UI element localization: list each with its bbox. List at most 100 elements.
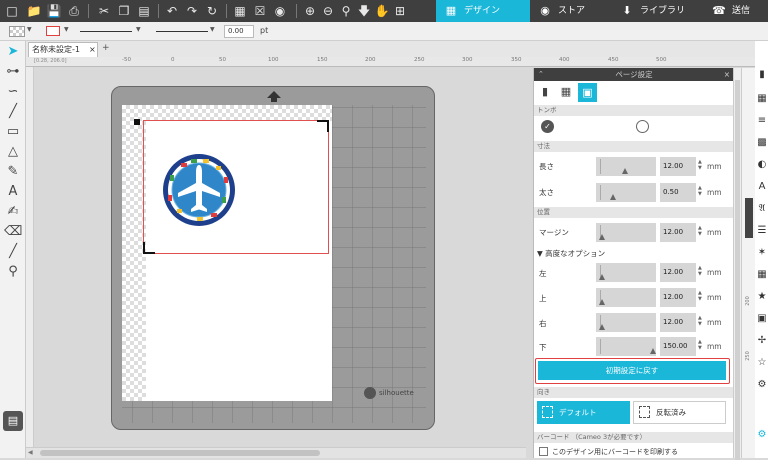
line-tool-icon[interactable]: ╱ — [4, 103, 22, 121]
rectangle-tool-icon[interactable]: ▭ — [4, 123, 22, 141]
margin-slider[interactable] — [596, 223, 656, 242]
chevron-down-icon[interactable]: ▼ — [64, 26, 69, 33]
line-width-input[interactable]: 0.00 — [224, 25, 254, 38]
bottom-slider[interactable] — [596, 337, 656, 356]
margin-input[interactable]: 12.00 — [660, 223, 696, 242]
stack-panel-icon[interactable]: ☰ — [756, 225, 768, 237]
line-join-select[interactable] — [156, 31, 208, 32]
chevron-down-icon[interactable]: ▼ — [27, 26, 32, 33]
top-spinner[interactable]: ▲ ▼ — [698, 290, 704, 302]
close-tab-icon[interactable]: × — [89, 43, 96, 57]
length-slider[interactable] — [596, 157, 656, 176]
settings-gear-icon[interactable]: ⚙ — [756, 429, 768, 441]
scroll-left-icon[interactable]: ◀ — [28, 449, 33, 456]
select-all-icon[interactable]: ▦ — [232, 3, 248, 19]
tab-library[interactable]: ⬇ ライブラリ — [612, 0, 704, 22]
length-input[interactable]: 12.00 — [660, 157, 696, 176]
paste-icon[interactable]: ▤ — [136, 3, 152, 19]
trace-panel-icon[interactable]: ✢ — [756, 335, 768, 347]
fit-page-icon[interactable]: ⊞ — [392, 3, 408, 19]
horizontal-scrollbar[interactable]: ◀ — [26, 447, 526, 458]
line-style-select[interactable] — [80, 31, 132, 32]
redo-icon[interactable]: ↷ — [184, 3, 200, 19]
zoom-select-icon[interactable]: ⚲ — [338, 3, 354, 19]
line-color-swatch[interactable] — [46, 26, 60, 36]
tombo-on-radio[interactable]: ✓ — [541, 120, 554, 133]
length-spinner[interactable]: ▲ ▼ — [698, 159, 704, 171]
panel-scroll-thumb[interactable] — [735, 80, 740, 460]
new-document-icon[interactable]: □ — [4, 3, 20, 19]
zoom-out-icon[interactable]: ⊖ — [320, 3, 336, 19]
tab-design[interactable]: ▦ デザイン — [436, 0, 530, 22]
fill-color-swatch[interactable] — [9, 26, 25, 37]
star-outline-icon[interactable]: ☆ — [756, 357, 768, 369]
thickness-input[interactable]: 0.50 — [660, 183, 696, 202]
margin-spinner[interactable]: ▲ ▼ — [698, 225, 704, 237]
paper-page[interactable] — [122, 105, 332, 401]
document-tab[interactable]: 名称未設定-1 × — [28, 42, 98, 57]
thickness-slider[interactable] — [596, 183, 656, 202]
select-arrow-icon[interactable]: ➤ — [4, 43, 22, 61]
eraser-tool-icon[interactable]: ⌫ — [4, 223, 22, 241]
open-folder-icon[interactable]: 📁 — [26, 3, 42, 19]
replicate-panel-icon[interactable]: ▦ — [756, 269, 768, 281]
point-edit-icon[interactable]: ⊶ — [4, 63, 22, 81]
right-slider[interactable] — [596, 313, 656, 332]
tab-send[interactable]: ☎ 送信 — [704, 0, 768, 22]
transparency-panel-icon[interactable]: ◐ — [756, 159, 768, 171]
vertical-scroll-thumb[interactable] — [745, 198, 753, 238]
hand-pan-icon[interactable]: ✋ — [374, 3, 390, 19]
deselect-icon[interactable]: ☒ — [252, 3, 268, 19]
text-tool-icon[interactable]: A — [4, 183, 22, 201]
tab-store[interactable]: ◉ ストア — [530, 0, 606, 22]
advanced-options-toggle[interactable]: ▼ 高度なオプション — [537, 248, 727, 260]
right-spinner[interactable]: ▲ ▼ — [698, 315, 704, 327]
left-spinner[interactable]: ▲ ▼ — [698, 265, 704, 277]
move-down-icon[interactable]: 🡇 — [356, 3, 372, 19]
panel-scrollbar[interactable] — [733, 68, 741, 460]
save-icon[interactable]: 💾 — [46, 3, 62, 19]
close-panel-icon[interactable]: × — [724, 68, 730, 81]
bottom-input[interactable]: 150.00 — [660, 337, 696, 356]
select-by-color-icon[interactable]: ◉ — [272, 3, 288, 19]
barcode-checkbox[interactable] — [539, 447, 548, 456]
library-panel-icon[interactable]: ▤ — [3, 411, 23, 431]
left-input[interactable]: 12.00 — [660, 263, 696, 282]
orientation-reversed-button[interactable]: 反転済み — [633, 401, 726, 424]
grid-settings-tab-icon[interactable]: ▦ — [558, 85, 574, 99]
scroll-thumb[interactable] — [40, 450, 320, 456]
pencil-tool-icon[interactable]: ✎ — [4, 163, 22, 181]
modify-panel-icon[interactable]: ✶ — [756, 247, 768, 259]
page-setup-panel-icon[interactable]: ▮ — [756, 69, 768, 81]
send-panel-icon[interactable]: ⚙ — [756, 379, 768, 391]
edit-image-icon[interactable]: ✍ — [4, 203, 22, 221]
star-panel-icon[interactable]: ★ — [756, 291, 768, 303]
fill-panel-icon[interactable]: ▩ — [756, 137, 768, 149]
print-icon[interactable]: ⎙ — [66, 3, 82, 19]
page-setup-tab-icon[interactable]: ▮ — [538, 85, 552, 99]
right-input[interactable]: 12.00 — [660, 313, 696, 332]
top-slider[interactable] — [596, 288, 656, 307]
tombo-off-radio[interactable] — [636, 120, 649, 133]
copy-icon[interactable]: ❐ — [116, 3, 132, 19]
collapse-chevron-icon[interactable]: ⌃ — [538, 68, 544, 81]
left-slider[interactable] — [596, 263, 656, 282]
text-panel-icon[interactable]: A — [756, 181, 768, 193]
reset-defaults-button[interactable]: 初期設定に戻す — [538, 361, 726, 380]
registration-marks-tab-icon[interactable]: ▣ — [578, 83, 597, 102]
orientation-default-button[interactable]: デフォルト — [537, 401, 630, 424]
thickness-spinner[interactable]: ▲ ▼ — [698, 185, 704, 197]
offset-panel-icon[interactable]: ▣ — [756, 313, 768, 325]
cut-icon[interactable]: ✂ — [96, 3, 112, 19]
refresh-icon[interactable]: ↻ — [204, 3, 220, 19]
airplane-globe-logo[interactable] — [162, 153, 236, 227]
eyedropper-icon[interactable]: ⚲ — [4, 263, 22, 281]
polygon-tool-icon[interactable]: △ — [4, 143, 22, 161]
knife-tool-icon[interactable]: ╱ — [4, 243, 22, 261]
undo-icon[interactable]: ↶ — [164, 3, 180, 19]
font-style-icon[interactable]: 𝔄 — [756, 203, 768, 215]
zoom-in-icon[interactable]: ⊕ — [302, 3, 318, 19]
grid-panel-icon[interactable]: ▦ — [756, 93, 768, 105]
bottom-spinner[interactable]: ▲ ▼ — [698, 339, 704, 351]
add-tab-button[interactable]: + — [102, 43, 110, 53]
